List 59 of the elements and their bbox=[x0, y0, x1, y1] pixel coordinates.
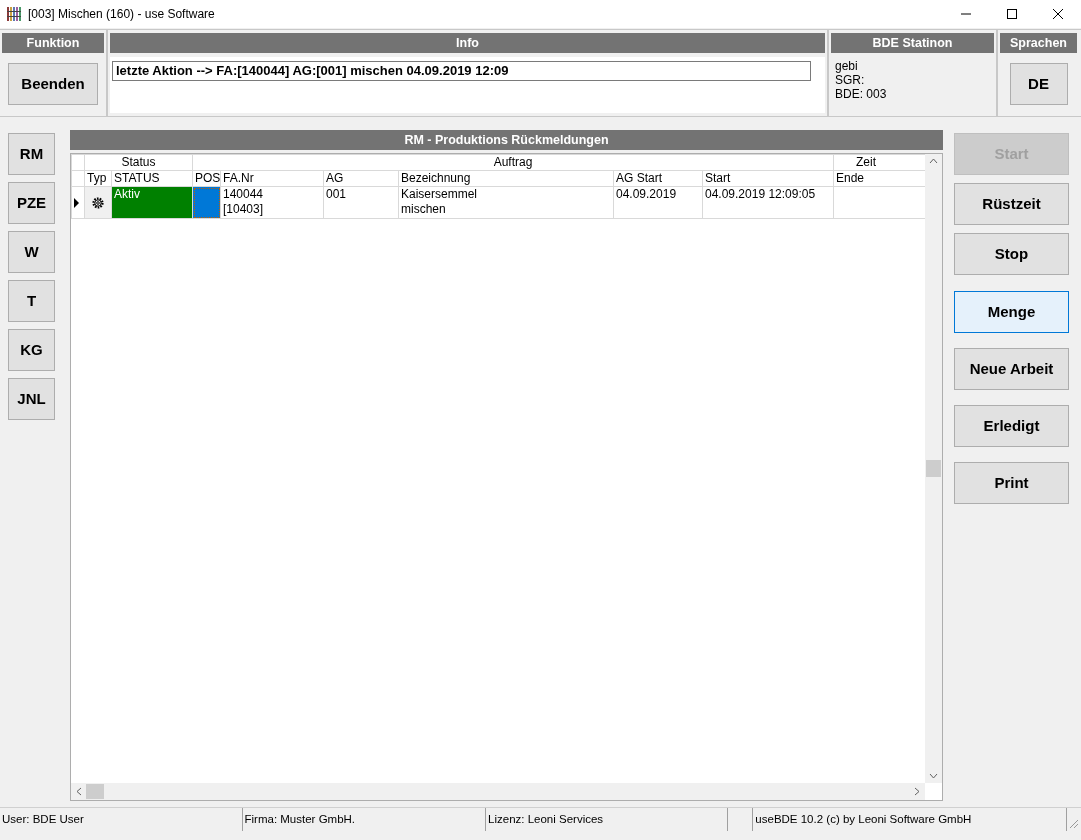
nav-button[interactable]: RM bbox=[8, 133, 55, 175]
action-button[interactable]: Erledigt bbox=[954, 405, 1069, 447]
column-header: AG Start bbox=[613, 170, 703, 187]
scroll-left-icon bbox=[76, 787, 82, 796]
status-text: User: BDE User bbox=[0, 808, 243, 831]
maximize-icon bbox=[1006, 8, 1018, 20]
nav-button[interactable]: KG bbox=[8, 329, 55, 371]
column-group-header: Auftrag bbox=[192, 154, 834, 171]
station-text: SGR: bbox=[835, 73, 866, 87]
table-cell: 04.09.2019 bbox=[613, 186, 703, 219]
nav-button[interactable]: W bbox=[8, 231, 55, 273]
scroll-thumb[interactable] bbox=[86, 784, 104, 799]
column-header: POS bbox=[192, 170, 221, 187]
status-text: useBDE 10.2 (c) by Leoni Software GmbH bbox=[753, 808, 1068, 831]
status-text: Lizenz: Leoni Services bbox=[486, 808, 728, 831]
app-icon bbox=[6, 6, 22, 22]
beenden-button[interactable]: Beenden bbox=[8, 63, 98, 105]
status-text: Firma: Muster GmbH. bbox=[242, 808, 487, 831]
station-text: gebi bbox=[835, 59, 859, 73]
status-cell: Aktiv bbox=[111, 186, 193, 219]
column-header: AG bbox=[323, 170, 399, 187]
action-button[interactable]: Rüstzeit bbox=[954, 183, 1069, 225]
table-cell-text: 140044 bbox=[223, 187, 265, 202]
action-button[interactable]: Print bbox=[954, 462, 1069, 504]
scroll-right-icon bbox=[914, 787, 920, 796]
table-cell-text: [10403] bbox=[223, 202, 265, 217]
table-cell: 001 bbox=[323, 186, 399, 219]
table-cell-text: mischen bbox=[401, 202, 447, 217]
column-header: Typ bbox=[84, 170, 112, 187]
nav-button[interactable]: PZE bbox=[8, 182, 55, 224]
column-header: Start bbox=[702, 170, 834, 187]
panel-header: RM - Produktions Rückmeldungen bbox=[70, 130, 943, 150]
close-icon bbox=[1052, 8, 1064, 20]
nav-button[interactable]: T bbox=[8, 280, 55, 322]
column-header: FA.Nr bbox=[220, 170, 324, 187]
info-field: letzte Aktion --> FA:[140044] AG:[001] mischen 04.09.2019 12:09 bbox=[112, 61, 811, 81]
gear-icon bbox=[91, 195, 105, 210]
window-title: [003] Mischen (160) - use Software bbox=[28, 6, 215, 23]
language-button[interactable]: DE bbox=[1009, 63, 1068, 105]
station-text: BDE: 003 bbox=[835, 87, 888, 101]
scroll-up-icon bbox=[929, 158, 938, 164]
vertical-scrollbar[interactable] bbox=[925, 154, 942, 783]
column-header: STATUS bbox=[111, 170, 193, 187]
resize-grip-icon[interactable] bbox=[1067, 817, 1079, 829]
column-header: Bezeichnung bbox=[398, 170, 614, 187]
table-cell: 04.09.2019 12:09:05 bbox=[702, 186, 834, 219]
section-header: Funktion bbox=[2, 33, 104, 53]
horizontal-scrollbar[interactable] bbox=[71, 783, 925, 800]
table-cell-text: Kaisersemmel bbox=[401, 187, 479, 202]
action-button[interactable]: Neue Arbeit bbox=[954, 348, 1069, 390]
section-header: Info bbox=[110, 33, 825, 53]
scroll-thumb[interactable] bbox=[926, 460, 941, 477]
column-group-header: Status bbox=[84, 154, 193, 171]
action-button[interactable]: Stop bbox=[954, 233, 1069, 275]
section-header: Sprachen bbox=[1000, 33, 1077, 53]
action-button[interactable]: Menge bbox=[954, 291, 1069, 333]
section-header: BDE Statinon bbox=[831, 33, 994, 53]
scroll-down-icon bbox=[929, 773, 938, 779]
nav-button[interactable]: JNL bbox=[8, 378, 55, 420]
